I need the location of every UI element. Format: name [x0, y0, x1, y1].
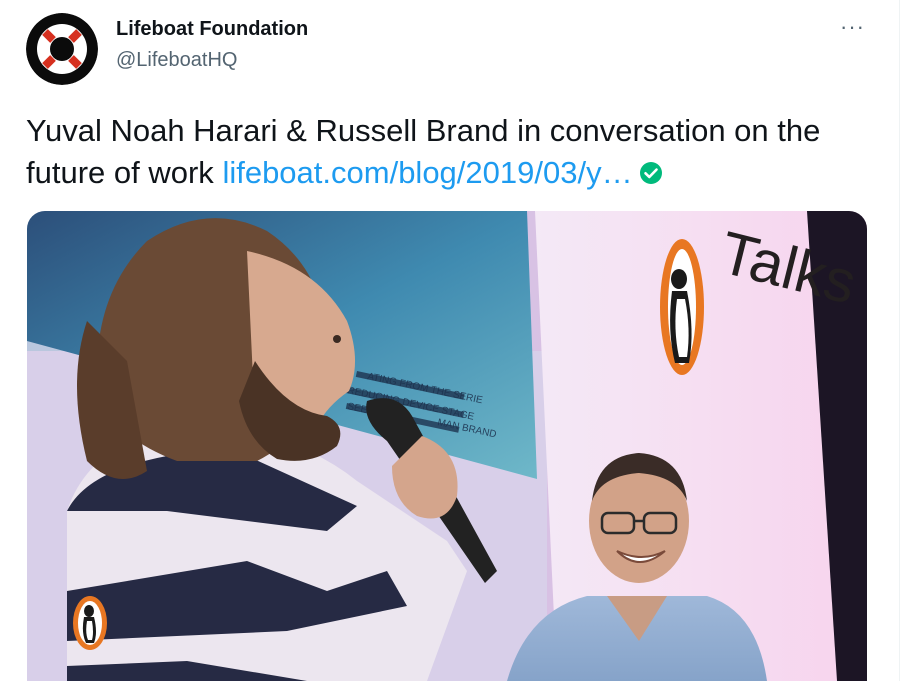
avatar[interactable] [26, 13, 98, 85]
author-name[interactable]: Lifeboat Foundation [116, 18, 308, 41]
author-handle[interactable]: @LifeboatHQ [116, 49, 237, 72]
lifebuoy-icon [26, 13, 98, 85]
tweet-link[interactable]: lifeboat.com/blog/2019/03/y… [222, 155, 632, 190]
event-photo: ATING FROM THE SERIE REDUCING DEVICE STA… [27, 211, 867, 681]
penguin-logo-icon [73, 596, 107, 650]
check-circle-icon [639, 154, 663, 196]
tweet-card: Lifeboat Foundation @LifeboatHQ ··· Yuva… [0, 0, 900, 681]
tweet-media-photo[interactable]: ATING FROM THE SERIE REDUCING DEVICE STA… [27, 211, 867, 681]
more-options-icon[interactable]: ··· [840, 14, 865, 40]
tweet-text-container: Yuval Noah Harari & Russell Brand in con… [26, 110, 876, 196]
